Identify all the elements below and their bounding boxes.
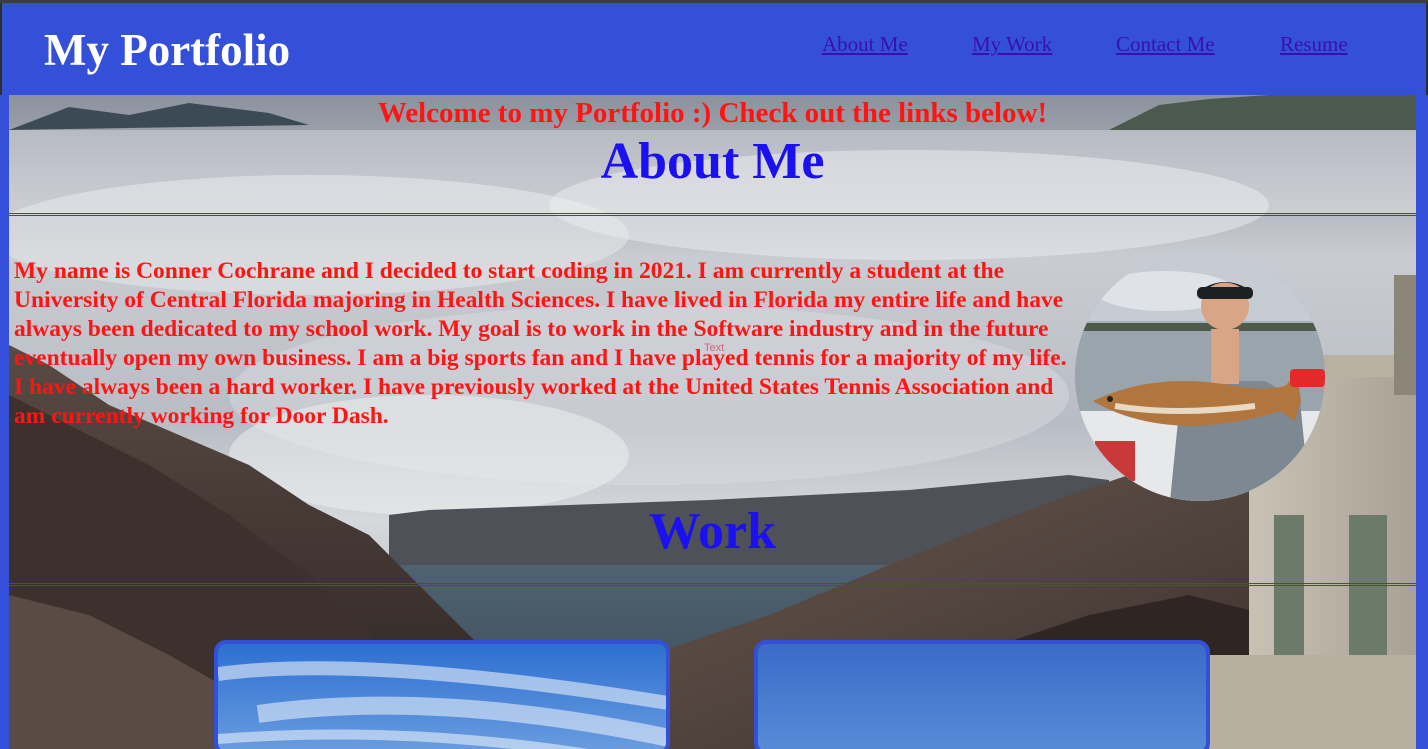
page-border-left: [0, 95, 9, 749]
about-me-heading: About Me: [600, 133, 825, 190]
nav-link-resume[interactable]: Resume: [1280, 31, 1348, 57]
nav-link-contact-me[interactable]: Contact Me: [1116, 31, 1215, 57]
nav-link-my-work[interactable]: My Work: [972, 31, 1052, 57]
nav-link-about-me[interactable]: About Me: [822, 31, 908, 57]
site-header: My Portfolio About Me My Work Contact Me…: [2, 3, 1426, 95]
work-heading: Work: [648, 503, 777, 560]
profile-photo: [1075, 251, 1325, 501]
section-divider: [9, 583, 1416, 586]
stray-text-label: Text: [704, 342, 725, 354]
page-border-right: [1416, 95, 1428, 749]
welcome-banner: Welcome to my Portfolio :) Check out the…: [377, 97, 1048, 129]
about-me-bio: My name is Conner Cochrane and I decided…: [14, 258, 1067, 429]
main-nav: About Me My Work Contact Me Resume: [2, 31, 1426, 61]
section-divider: [9, 213, 1416, 216]
work-project-card[interactable]: [214, 640, 670, 749]
work-project-card[interactable]: [754, 640, 1210, 749]
